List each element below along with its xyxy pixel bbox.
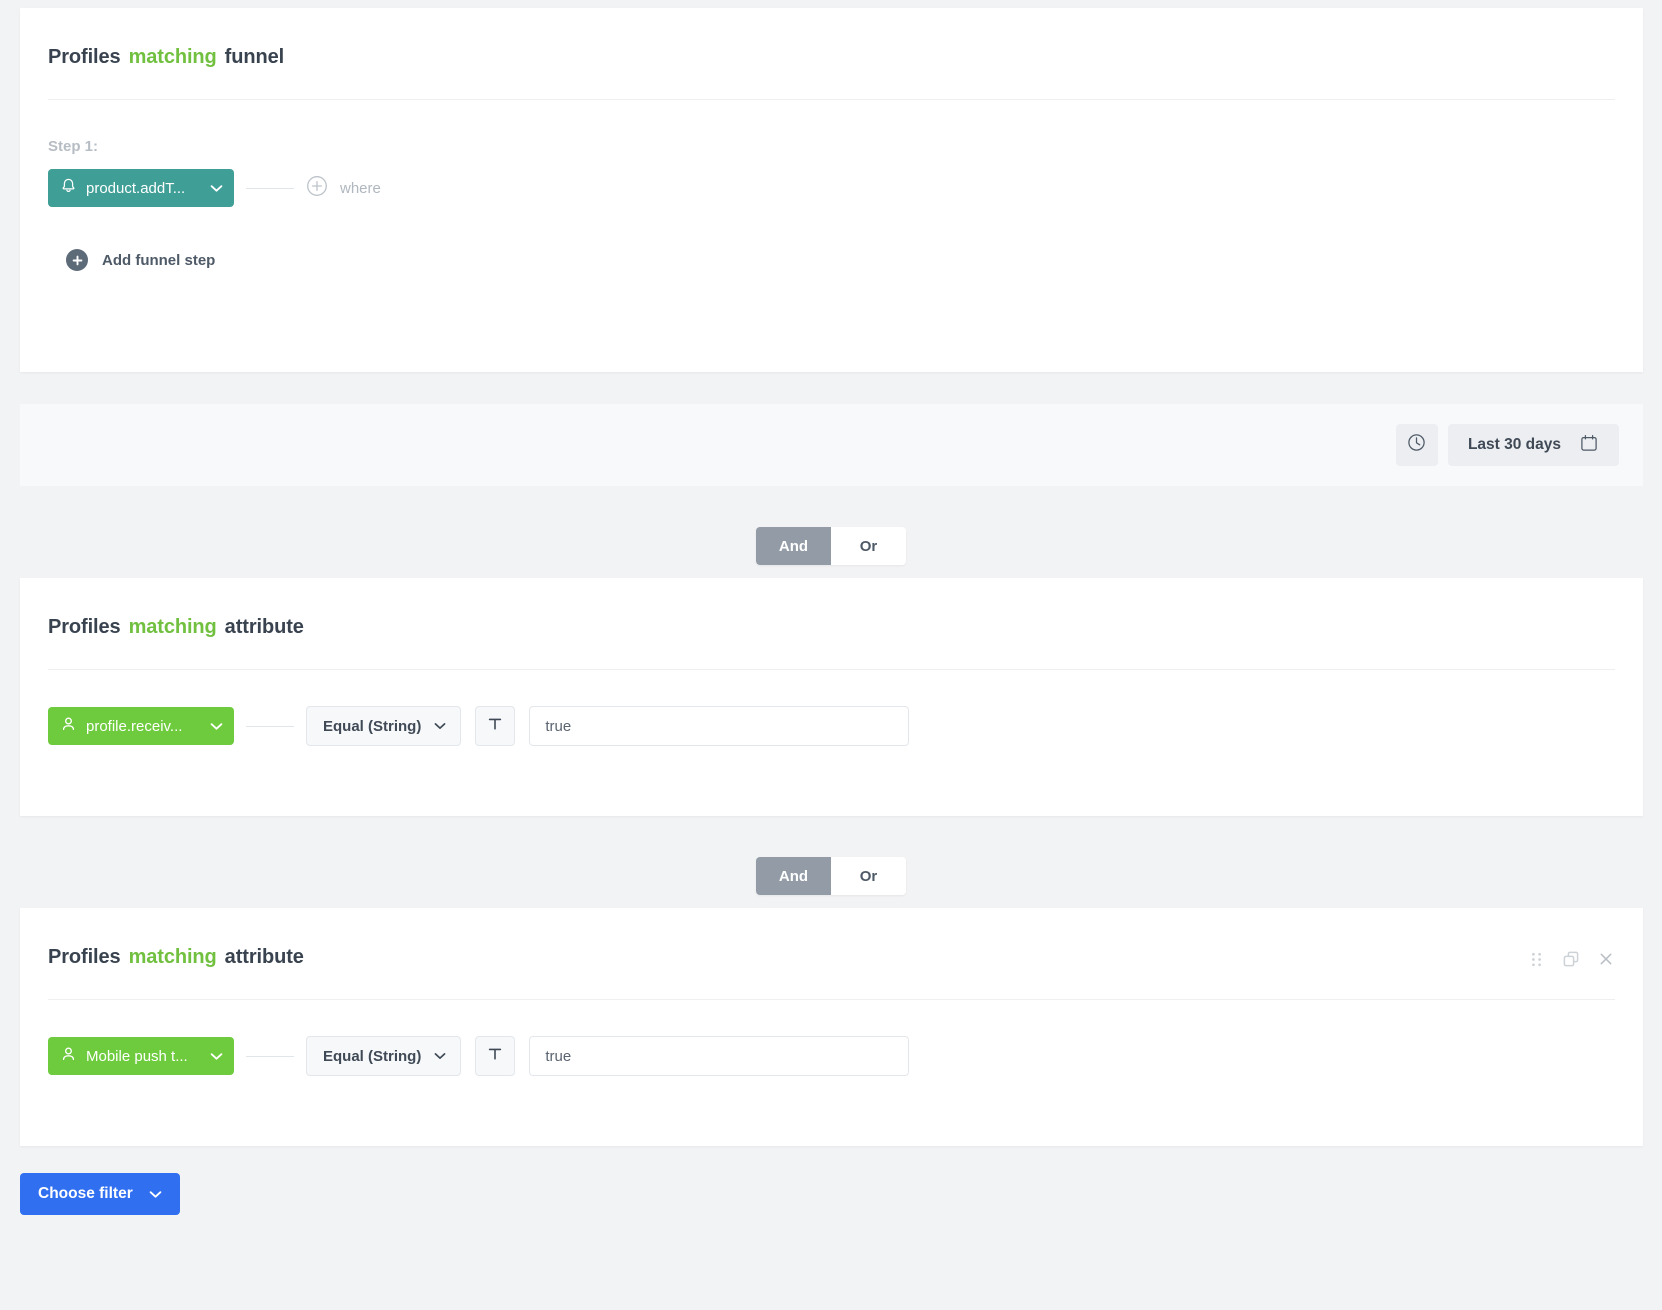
and-or-toggle-1: And Or	[756, 527, 906, 565]
funnel-card-body: Step 1: product.addT... where Add funnel…	[20, 138, 1643, 271]
calendar-icon	[1579, 433, 1599, 458]
attribute-card-1: Profiles matching attribute profile.receiv…	[20, 578, 1643, 816]
where-label: where	[340, 179, 381, 197]
toggle-or-2[interactable]: Or	[831, 857, 906, 895]
text-type-icon	[486, 1045, 504, 1068]
attribute-connector-line-1	[246, 725, 294, 727]
duplicate-icon[interactable]	[1562, 950, 1580, 968]
add-funnel-step-button[interactable]: Add funnel step	[66, 249, 215, 271]
operator-label-1: Equal (String)	[323, 717, 422, 735]
toggle-and-2[interactable]: And	[756, 857, 831, 895]
attribute-card-2-actions	[1527, 946, 1615, 968]
attribute-card-2-divider	[48, 999, 1615, 1000]
attribute-filter-row-2: Mobile push t... Equal (String)	[48, 1036, 1615, 1076]
attribute-connector-line-2	[246, 1055, 294, 1057]
bell-icon	[61, 178, 76, 198]
date-range-button[interactable]: Last 30 days	[1447, 424, 1619, 466]
step-label: Step 1:	[48, 138, 99, 155]
plus-icon	[66, 249, 88, 271]
person-icon	[61, 716, 76, 736]
attribute-card-2-header: Profiles matching attribute	[20, 908, 1643, 969]
chevron-down-icon	[210, 722, 223, 731]
attribute-card-2: Profiles matching attribute Mobile push …	[20, 908, 1643, 1146]
and-or-toggle-2: And Or	[756, 857, 906, 895]
chevron-down-icon	[210, 184, 223, 193]
attribute-pill-select-2[interactable]: Mobile push t...	[48, 1037, 234, 1075]
step-connector-line	[246, 187, 294, 189]
attribute-card-2-title: Profiles matching attribute	[48, 946, 304, 969]
funnel-card-header: Profiles matching funnel	[20, 8, 1643, 69]
attribute-pill-label-2: Mobile push t...	[86, 1047, 188, 1065]
text-type-icon	[486, 715, 504, 738]
add-where-condition[interactable]: where	[306, 175, 381, 202]
toggle-or-1[interactable]: Or	[831, 527, 906, 565]
chevron-down-icon	[149, 1187, 162, 1202]
title-word-profiles: Profiles	[48, 46, 121, 68]
attribute-card-1-header: Profiles matching attribute	[20, 578, 1643, 639]
value-input-2[interactable]	[529, 1036, 910, 1076]
clock-icon	[1406, 432, 1427, 458]
title-word-profiles: Profiles	[48, 946, 121, 968]
value-input-1[interactable]	[529, 706, 910, 746]
chevron-down-icon	[434, 1047, 446, 1065]
choose-filter-label: Choose filter	[38, 1185, 133, 1202]
title-word-matching: matching	[128, 616, 217, 638]
plus-circle-icon	[306, 175, 328, 202]
attribute-card-1-title: Profiles matching attribute	[48, 616, 304, 639]
operator-select-2[interactable]: Equal (String)	[306, 1036, 462, 1076]
title-word-matching: matching	[128, 46, 217, 68]
drag-handle-icon[interactable]	[1527, 950, 1545, 968]
chevron-down-icon	[210, 1052, 223, 1061]
date-range-label: Last 30 days	[1467, 436, 1561, 453]
title-word-funnel: funnel	[224, 46, 285, 68]
choose-filter-button[interactable]: Choose filter	[20, 1173, 180, 1215]
attribute-card-2-body: Mobile push t... Equal (String)	[20, 1036, 1643, 1076]
time-granularity-button[interactable]	[1395, 424, 1438, 466]
funnel-card: Profiles matching funnel Step 1: product.a…	[20, 8, 1643, 372]
and-or-toggle-1-wrapper: And Or	[0, 527, 1662, 565]
event-pill-select[interactable]: product.addT...	[48, 169, 234, 207]
funnel-step-row: product.addT... where	[48, 169, 1615, 207]
segment-builder-page: Profiles matching funnel Step 1: product.a…	[0, 0, 1662, 1310]
title-word-attribute: attribute	[224, 616, 304, 638]
attribute-card-1-body: profile.receiv... Equal (String)	[20, 706, 1643, 746]
add-funnel-step-label: Add funnel step	[102, 251, 216, 269]
value-type-button-1[interactable]	[475, 706, 516, 746]
page-title: Profiles matching funnel	[48, 46, 284, 69]
and-or-toggle-2-wrapper: And Or	[0, 857, 1662, 895]
close-icon[interactable]	[1597, 950, 1615, 968]
title-word-profiles: Profiles	[48, 616, 121, 638]
value-type-button-2[interactable]	[475, 1036, 516, 1076]
person-icon	[61, 1046, 76, 1066]
attribute-pill-select-1[interactable]: profile.receiv...	[48, 707, 234, 745]
attribute-card-1-divider	[48, 669, 1615, 670]
chevron-down-icon	[434, 717, 446, 735]
attribute-filter-row-1: profile.receiv... Equal (String)	[48, 706, 1615, 746]
toggle-and-1[interactable]: And	[756, 527, 831, 565]
header-divider	[48, 99, 1615, 100]
attribute-pill-label-1: profile.receiv...	[86, 717, 183, 735]
operator-label-2: Equal (String)	[323, 1047, 422, 1065]
title-word-attribute: attribute	[224, 946, 304, 968]
event-pill-label: product.addT...	[86, 179, 186, 197]
title-word-matching: matching	[128, 946, 217, 968]
operator-select-1[interactable]: Equal (String)	[306, 706, 462, 746]
date-range-bar: Last 30 days	[20, 404, 1643, 486]
